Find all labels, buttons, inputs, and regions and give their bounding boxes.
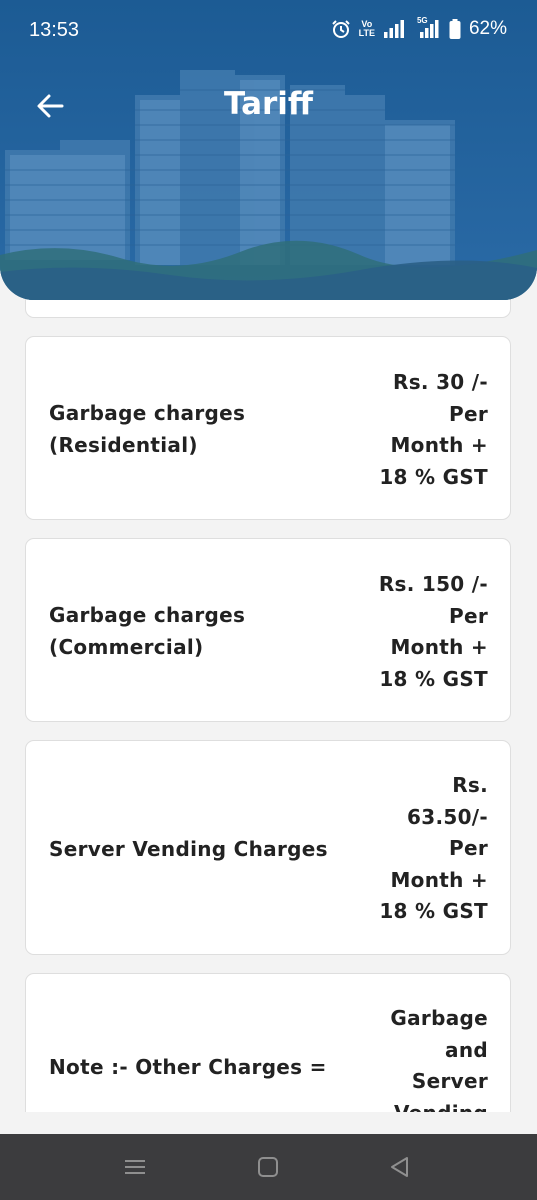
tariff-card-note: Note :- Other Charges = Garbage and Serv… bbox=[25, 973, 511, 1112]
system-navigation-bar bbox=[0, 1134, 537, 1200]
back-triangle-icon[interactable] bbox=[387, 1154, 413, 1180]
tariff-card-commercial: Garbage charges (Commercial) Rs. 150 /- … bbox=[25, 538, 511, 722]
status-bar: 13:53 Vo LTE 5G 62% bbox=[0, 0, 537, 60]
status-time: 13:53 bbox=[29, 19, 80, 41]
home-icon[interactable] bbox=[255, 1154, 281, 1180]
volte-bottom-label: LTE bbox=[358, 28, 375, 38]
card-value: Garbage and Server Vending bbox=[390, 1006, 488, 1112]
status-icons: Vo LTE 5G 62% bbox=[331, 16, 507, 40]
card-label: Garbage charges (Residential) bbox=[49, 401, 246, 457]
alarm-icon bbox=[331, 20, 350, 38]
battery-icon bbox=[449, 19, 461, 39]
header: 13:53 Vo LTE 5G 62% Tariff bbox=[0, 0, 537, 300]
tariff-card-residential: Garbage charges (Residential) Rs. 30 /- … bbox=[25, 336, 511, 520]
card-value: Rs. 30 /- Per Month + 18 % GST bbox=[379, 370, 488, 489]
page-title: Tariff bbox=[223, 86, 314, 122]
tariff-card-server-vending: Server Vending Charges Rs. 63.50/- Per M… bbox=[25, 740, 511, 955]
battery-percent: 62% bbox=[468, 18, 507, 39]
recent-apps-icon[interactable] bbox=[122, 1154, 148, 1180]
card-value: Rs. 150 /- Per Month + 18 % GST bbox=[378, 572, 488, 691]
card-label: Garbage charges (Commercial) bbox=[49, 603, 246, 659]
card-value: Rs. 63.50/- Per Month + 18 % GST bbox=[379, 773, 488, 923]
5g-signal-icon: 5G bbox=[413, 16, 441, 38]
volte-icon: Vo LTE bbox=[359, 20, 375, 38]
card-label: Server Vending Charges bbox=[49, 837, 328, 861]
card-label: Note :- Other Charges = bbox=[49, 1055, 327, 1079]
signal-icon bbox=[383, 20, 404, 38]
